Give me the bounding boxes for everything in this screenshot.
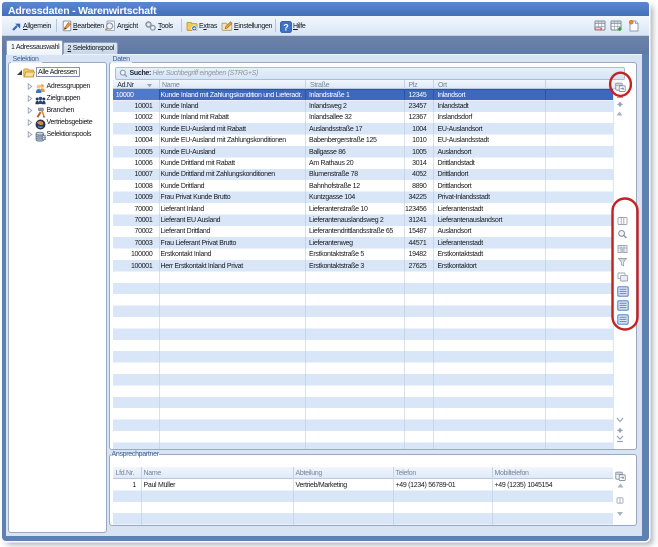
svg-text:?: ? bbox=[283, 22, 289, 32]
